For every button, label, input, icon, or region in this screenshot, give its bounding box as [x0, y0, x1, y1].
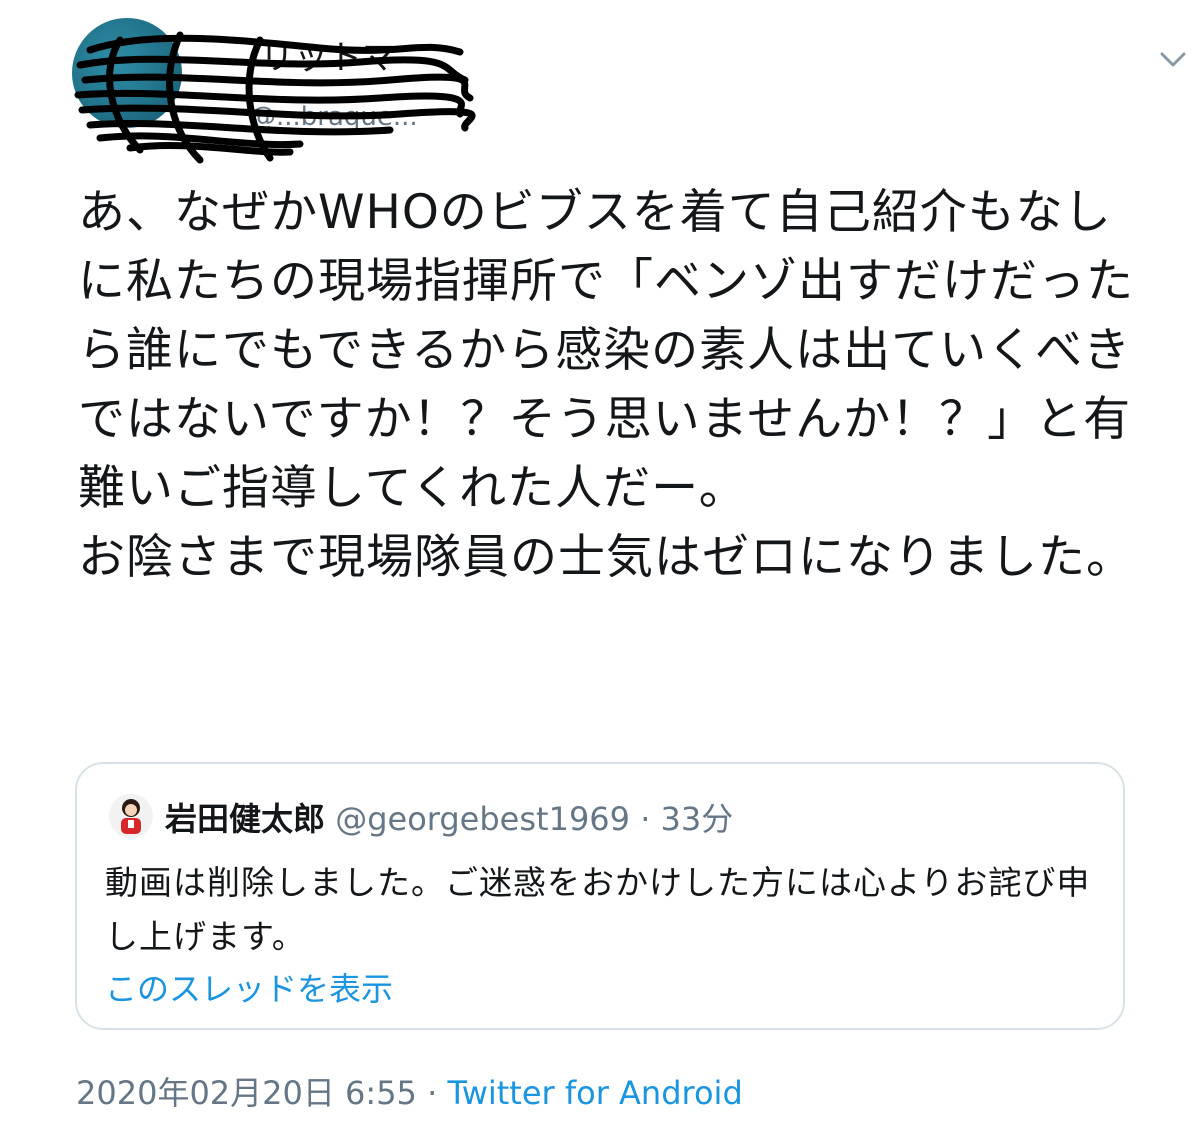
tweet-source-link[interactable]: Twitter for Android [447, 1074, 742, 1112]
author-handle[interactable]: @...braque... [250, 102, 418, 132]
avatar-illustration-icon [121, 799, 141, 834]
quoted-separator: · [630, 800, 661, 838]
quoted-author-name: 岩田健太郎 [165, 800, 326, 838]
tweet-meta: 2020年02月20日 6:55 · Twitter for Android [76, 1068, 743, 1114]
show-thread-link[interactable]: このスレッドを表示 [105, 964, 393, 1010]
author-display-name[interactable]: リットマ [260, 30, 396, 79]
tweet-timestamp[interactable]: 2020年02月20日 6:55 [76, 1074, 417, 1112]
quoted-author-avatar [109, 794, 153, 838]
tweet-body: あ、なぜかWHOのビブスを着て自己紹介もなしに私たちの現場指揮所で「ベンゾ出すだ… [78, 185, 1134, 585]
quoted-tweet[interactable]: 岩田健太郎 @georgebest1969 · 33分 動画は削除しました。ご迷… [75, 762, 1125, 1030]
quoted-header: 岩田健太郎 @georgebest1969 · 33分 [165, 794, 733, 840]
meta-separator: · [416, 1074, 448, 1112]
chevron-down-icon[interactable] [1158, 48, 1188, 72]
quoted-author-handle: @georgebest1969 [335, 800, 631, 838]
author-avatar[interactable] [72, 18, 182, 128]
tweet-header: リットマ @...braque... [60, 10, 1186, 164]
quoted-text: 動画は削除しました。ご迷惑をおかけした方には心よりお詫び申し上げます。 [105, 863, 1091, 956]
quoted-time: 33分 [660, 800, 734, 838]
